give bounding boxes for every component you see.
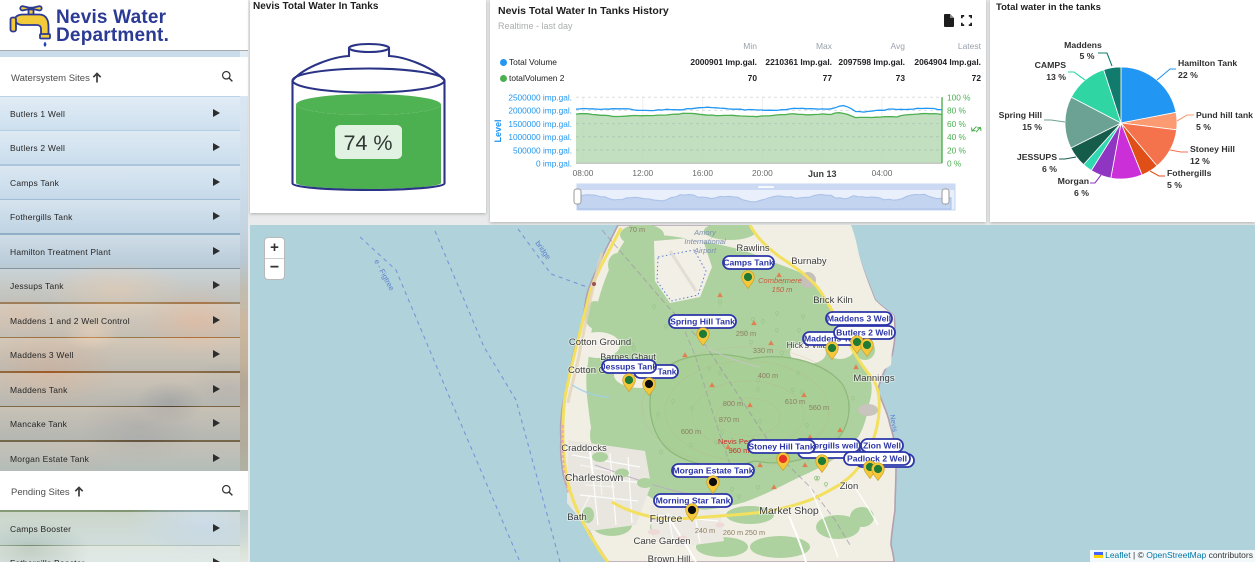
svg-text:74 %: 74 % [343,131,392,155]
svg-text:80 %: 80 % [947,106,967,116]
svg-text:Craddocks: Craddocks [561,443,607,454]
svg-text:1500000 imp.gal.: 1500000 imp.gal. [508,119,572,129]
svg-text:Stoney Hill Tank: Stoney Hill Tank [748,442,814,452]
svg-text:260 m: 260 m [723,528,743,537]
svg-text:Charlestown: Charlestown [565,472,624,484]
svg-text:08:00: 08:00 [573,168,594,178]
svg-text:Cotton Ground: Cotton Ground [569,337,631,348]
svg-text:Rawlins: Rawlins [736,243,770,254]
svg-text:330 m: 330 m [753,346,773,355]
svg-text:Zion: Zion [840,481,858,492]
svg-text:Tank: Tank [658,367,677,377]
svg-text:60 %: 60 % [947,119,967,129]
svg-text:Maddens: Maddens [1064,40,1102,50]
svg-text:12:00: 12:00 [632,168,653,178]
svg-text:Combermere: Combermere [758,276,802,285]
svg-text:Butlers 2 Well: Butlers 2 Well [836,328,893,338]
svg-text:800 m: 800 m [723,399,743,408]
svg-text:6 %: 6 % [1074,188,1089,198]
svg-text:5 %: 5 % [1080,51,1095,61]
svg-text:20:00: 20:00 [752,168,773,178]
svg-text:100 %: 100 % [947,93,971,103]
svg-text:CAMPS: CAMPS [1035,60,1067,70]
svg-text:13 %: 13 % [1046,72,1066,82]
svg-text:0 imp.gal.: 0 imp.gal. [536,159,572,169]
svg-text:240 m: 240 m [695,526,715,535]
svg-text:5 %: 5 % [1196,122,1211,132]
svg-text:Bath: Bath [567,512,587,523]
svg-text:610 m: 610 m [785,397,805,406]
svg-text:16:00: 16:00 [692,168,713,178]
svg-text:6 %: 6 % [1042,164,1057,174]
svg-text:2000000 imp.gal.: 2000000 imp.gal. [508,106,572,116]
svg-text:40 %: 40 % [947,132,967,142]
svg-text:Brown Hill: Brown Hill [648,554,691,562]
svg-text:15 %: 15 % [1022,122,1042,132]
svg-text:Amory: Amory [693,228,717,237]
svg-text:International: International [684,237,726,246]
svg-text:Cane Garden: Cane Garden [633,536,690,547]
svg-text:250 m: 250 m [745,528,765,537]
svg-text:560 m: 560 m [809,403,829,412]
svg-text:Zion Well: Zion Well [863,441,901,451]
svg-text:04:00: 04:00 [872,168,893,178]
svg-text:Pund hill tank: Pund hill tank [1196,110,1253,120]
svg-text:Market Shop: Market Shop [759,505,819,517]
svg-text:600 m: 600 m [681,427,701,436]
svg-text:Spring Hill Tank: Spring Hill Tank [670,317,735,327]
svg-text:960 m: 960 m [729,446,750,455]
svg-text:150 m: 150 m [772,285,793,294]
svg-text:Figtree: Figtree [650,513,683,525]
svg-text:250 m: 250 m [736,329,756,338]
svg-text:Brick Kiln: Brick Kiln [813,295,853,306]
svg-text:Stoney Hill: Stoney Hill [1190,144,1235,154]
svg-text:JESSUPS: JESSUPS [1017,152,1057,162]
svg-text:1000000 imp.gal.: 1000000 imp.gal. [508,132,572,142]
svg-text:Morgan Estate Tank: Morgan Estate Tank [672,466,753,476]
svg-text:Level: Level [493,119,503,142]
svg-text:12 %: 12 % [1190,156,1210,166]
svg-text:70 m: 70 m [629,225,645,234]
svg-text:5 %: 5 % [1167,180,1182,190]
svg-text:Airport: Airport [693,246,717,255]
svg-text:Morgan: Morgan [1058,176,1089,186]
svg-text:870 m: 870 m [719,415,739,424]
svg-text:Jessups Tank: Jessups Tank [601,362,657,372]
svg-text:Jun 13: Jun 13 [808,169,837,179]
svg-text:0 %: 0 % [947,159,962,169]
svg-text:20 %: 20 % [947,145,967,155]
svg-text:Padlock 2 Well: Padlock 2 Well [847,454,907,464]
svg-text:2500000 imp.gal.: 2500000 imp.gal. [508,93,572,103]
svg-text:400 m: 400 m [758,371,778,380]
svg-text:500000 imp.gal.: 500000 imp.gal. [513,145,572,155]
svg-text:Hamilton Tank: Hamilton Tank [1178,58,1237,68]
svg-text:Camps Tank: Camps Tank [723,258,774,268]
svg-text:Spring Hill: Spring Hill [999,110,1042,120]
svg-text:Fothergills: Fothergills [1167,168,1212,178]
svg-text:22 %: 22 % [1178,70,1198,80]
svg-text:Burnaby: Burnaby [791,256,827,267]
svg-text:Mannings: Mannings [853,373,894,384]
svg-text:Maddens 3 Well: Maddens 3 Well [827,314,891,324]
